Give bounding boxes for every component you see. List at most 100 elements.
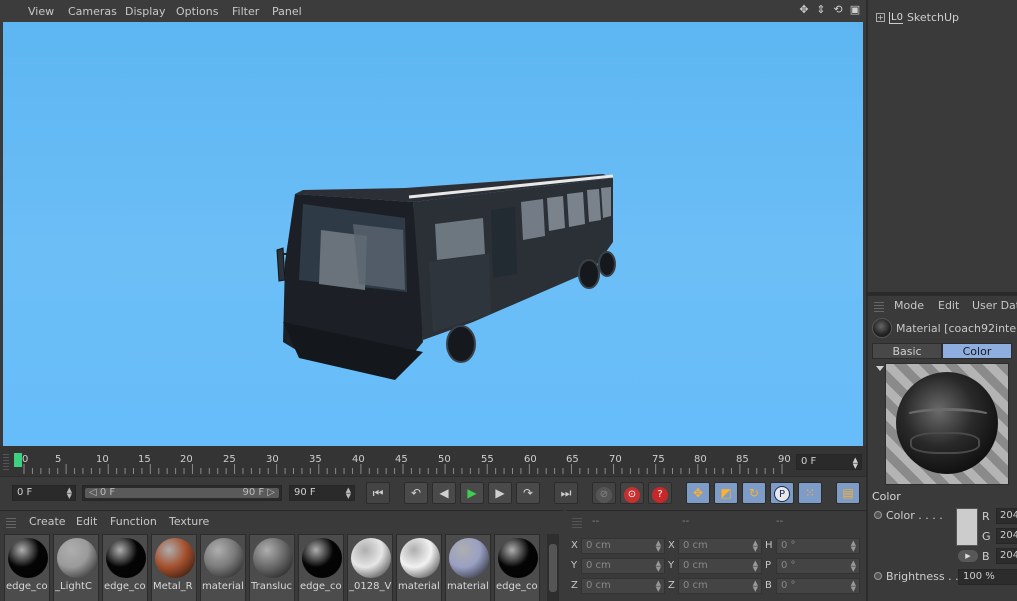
- tab-basic[interactable]: Basic: [872, 343, 942, 359]
- position-y-field[interactable]: 0 cm ▲ ▼: [581, 558, 665, 574]
- material-name: _LightC: [55, 581, 92, 592]
- bus-model: [276, 174, 616, 380]
- collapse-arrow-icon[interactable]: [876, 366, 884, 371]
- range-start-label: ◁ 0 F: [89, 487, 116, 498]
- material-icon: [872, 318, 892, 338]
- spin-arrows-icon[interactable]: ▲ ▼: [853, 457, 858, 470]
- position-z-field[interactable]: 0 cm ▲ ▼: [581, 578, 665, 594]
- next-key-button[interactable]: ↷: [516, 482, 540, 504]
- size-z-field[interactable]: 0 cm ▲ ▼: [678, 578, 762, 594]
- coord-label: H: [765, 540, 773, 551]
- viewport-menubar: View Cameras Display Options Filter Pane…: [0, 0, 866, 22]
- preview-sphere: [896, 372, 998, 474]
- rotation-p-field[interactable]: 0 ° ▲ ▼: [776, 558, 860, 574]
- zoom-view-icon[interactable]: ⇕: [814, 3, 828, 17]
- panel-grip[interactable]: [874, 300, 884, 312]
- timeline[interactable]: 0 5 10 15 20 25 30 40 35 45 50 55 60 65 …: [0, 446, 866, 476]
- spin-arrows-icon[interactable]: ▲ ▼: [67, 487, 72, 500]
- frame-range-slider[interactable]: ◁ 0 F 90 F ▷: [82, 485, 282, 501]
- current-frame-field[interactable]: 0 F ▲ ▼: [796, 454, 862, 470]
- material-swatch[interactable]: edge_co: [102, 534, 148, 601]
- g-field[interactable]: 204: [996, 528, 1017, 544]
- menu-mode[interactable]: Mode: [894, 299, 924, 312]
- scale-tool-button[interactable]: ◩: [714, 482, 738, 504]
- material-swatch[interactable]: material: [396, 534, 442, 601]
- material-swatch[interactable]: Transluc: [249, 534, 295, 601]
- point-level-button[interactable]: ⁙: [798, 482, 822, 504]
- menu-edit[interactable]: Edit: [76, 515, 97, 528]
- material-swatch[interactable]: _LightC: [53, 534, 99, 601]
- rotate-tool-button[interactable]: ↻: [742, 482, 766, 504]
- start-frame-field[interactable]: 0 F ▲ ▼: [12, 485, 76, 501]
- 3d-viewport[interactable]: [3, 22, 863, 446]
- material-name: _0128_V: [349, 581, 392, 592]
- next-frame-button[interactable]: ▶: [488, 482, 512, 504]
- material-ball: [204, 538, 244, 578]
- parameter-button[interactable]: P: [770, 482, 794, 504]
- material-swatch[interactable]: edge_co: [4, 534, 50, 601]
- object-name: SketchUp: [906, 11, 960, 24]
- color-radio[interactable]: [874, 511, 882, 519]
- material-name: Material [coach92interic: [896, 321, 1017, 335]
- play-button[interactable]: ▶: [460, 482, 484, 504]
- menu-display[interactable]: Display: [125, 5, 166, 18]
- autokey-button[interactable]: ⊙: [620, 482, 644, 504]
- tab-color[interactable]: Color: [942, 343, 1012, 359]
- menu-options[interactable]: Options: [176, 5, 218, 18]
- transport-bar: 0 F ▲ ▼ ◁ 0 F 90 F ▷ 90 F ▲ ▼ ⏮ ↶ ◀ ▶ ▶ ↷ …: [0, 476, 866, 510]
- brightness-radio[interactable]: [874, 572, 882, 580]
- toggle-view-icon[interactable]: ▣: [848, 3, 862, 17]
- menu-panel[interactable]: Panel: [272, 5, 302, 18]
- position-x-field[interactable]: 0 cm ▲ ▼: [581, 538, 665, 554]
- material-swatch[interactable]: edge_co: [298, 534, 344, 601]
- rotation-b-field[interactable]: 0 ° ▲ ▼: [776, 578, 860, 594]
- b-field[interactable]: 204: [996, 548, 1017, 564]
- rotation-h-field[interactable]: 0 ° ▲ ▼: [776, 538, 860, 554]
- previous-key-button[interactable]: ↶: [404, 482, 428, 504]
- end-frame-field[interactable]: 90 F ▲ ▼: [289, 485, 355, 501]
- move-tool-button[interactable]: ✥: [686, 482, 710, 504]
- color-picker-toggle[interactable]: ▶: [958, 550, 978, 562]
- material-swatch[interactable]: material: [200, 534, 246, 601]
- help-button[interactable]: ?: [648, 482, 672, 504]
- material-title: Material [coach92interic: [872, 318, 1017, 338]
- color-swatch[interactable]: [956, 508, 978, 546]
- brightness-field[interactable]: 100 %: [958, 569, 1017, 585]
- previous-frame-button[interactable]: ◀: [432, 482, 456, 504]
- material-swatch[interactable]: edge_co: [494, 534, 540, 601]
- menu-texture[interactable]: Texture: [169, 515, 209, 528]
- menu-create[interactable]: Create: [29, 515, 66, 528]
- object-item-sketchup[interactable]: + L0 SketchUp: [876, 11, 959, 24]
- material-preview[interactable]: [885, 363, 1009, 485]
- spin-arrows-icon[interactable]: ▲ ▼: [346, 487, 351, 500]
- rotate-view-icon[interactable]: ⟲: [831, 3, 845, 17]
- panel-grip[interactable]: [572, 516, 582, 528]
- range-end-label: 90 F ▷: [242, 487, 275, 498]
- material-scrollbar[interactable]: [547, 534, 559, 601]
- material-swatch[interactable]: Metal_R: [151, 534, 197, 601]
- go-to-end-button[interactable]: ⏭: [554, 482, 578, 504]
- coord-label: Y: [571, 560, 578, 571]
- size-x-field[interactable]: 0 cm ▲ ▼: [678, 538, 762, 554]
- r-label: R: [982, 510, 990, 523]
- expand-icon[interactable]: +: [876, 13, 885, 22]
- timeline-grip[interactable]: [3, 452, 9, 470]
- menu-function[interactable]: Function: [110, 515, 157, 528]
- film-button[interactable]: ▤: [836, 482, 860, 504]
- keyframe-disabled-button[interactable]: ⊘: [592, 482, 616, 504]
- scroll-thumb[interactable]: [549, 544, 557, 592]
- menu-view[interactable]: View: [28, 5, 54, 18]
- menu-user-data[interactable]: User Dat: [972, 299, 1017, 312]
- coord-label: B: [765, 580, 772, 591]
- move-view-icon[interactable]: ✥: [797, 3, 811, 17]
- material-swatch[interactable]: material: [445, 534, 491, 601]
- timeline-ruler[interactable]: 0 5 10 15 20 25 30 40 35 45 50 55 60 65 …: [12, 450, 791, 474]
- r-field[interactable]: 204: [996, 508, 1017, 524]
- panel-grip[interactable]: [6, 516, 16, 528]
- menu-cameras[interactable]: Cameras: [68, 5, 117, 18]
- size-y-field[interactable]: 0 cm ▲ ▼: [678, 558, 762, 574]
- menu-filter[interactable]: Filter: [232, 5, 259, 18]
- go-to-start-button[interactable]: ⏮: [366, 482, 390, 504]
- material-swatch[interactable]: _0128_V: [347, 534, 393, 601]
- menu-edit[interactable]: Edit: [938, 299, 959, 312]
